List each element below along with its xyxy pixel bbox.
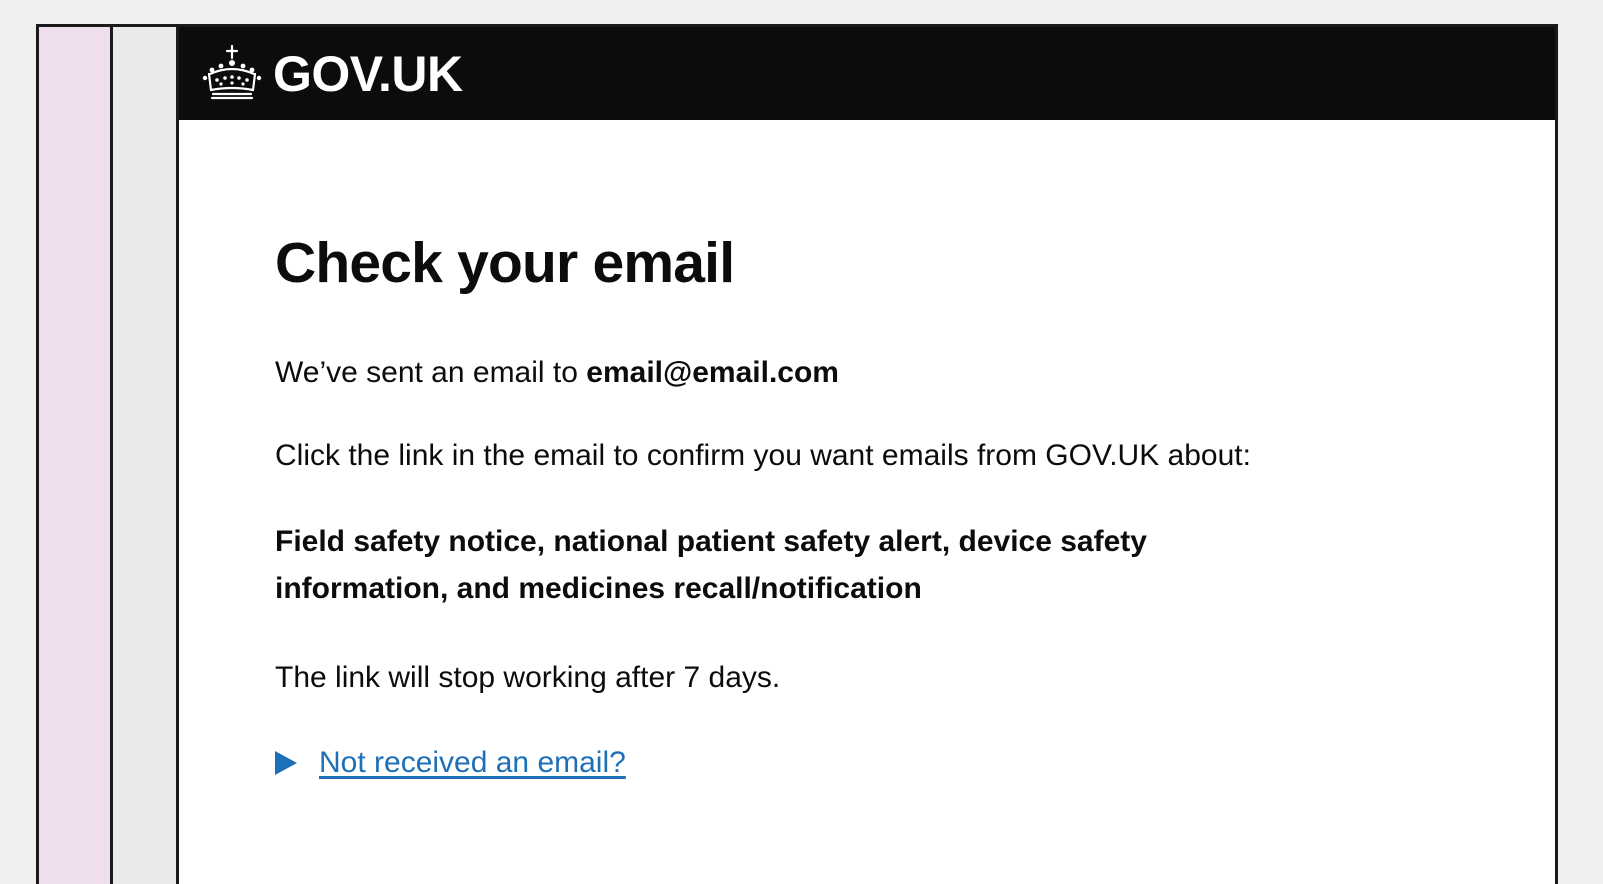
sidebar-strip-pink [39,27,113,884]
govuk-home-link[interactable]: GOV.UK [201,44,463,104]
link-expiry-text: The link will stop working after 7 days. [275,661,781,695]
not-received-details[interactable]: Not received an email? [275,742,1555,784]
govuk-logotype: GOV.UK [273,45,463,102]
crown-icon [202,44,262,99]
sidebar-strip-gray [113,27,179,884]
govuk-header: GOV.UK [179,27,1555,120]
subscription-topics: Field safety notice, national patient sa… [275,524,1147,606]
not-received-email-link[interactable]: Not received an email? [319,742,626,784]
page: GOV.UK Check your email We’ve sent an em… [179,27,1555,884]
main-content: Check your email We’ve sent an email to … [179,120,1555,784]
confirm-instructions: Click the link in the email to confirm y… [275,439,1251,473]
sent-message: We’ve sent an email to email@email.com [275,351,1555,395]
sent-prefix: We’ve sent an email to [275,355,578,389]
caret-right-icon [275,750,297,775]
browser-frame: GOV.UK Check your email We’ve sent an em… [36,24,1558,884]
email-address: email@email.com [586,355,839,389]
page-title: Check your email [275,231,735,295]
